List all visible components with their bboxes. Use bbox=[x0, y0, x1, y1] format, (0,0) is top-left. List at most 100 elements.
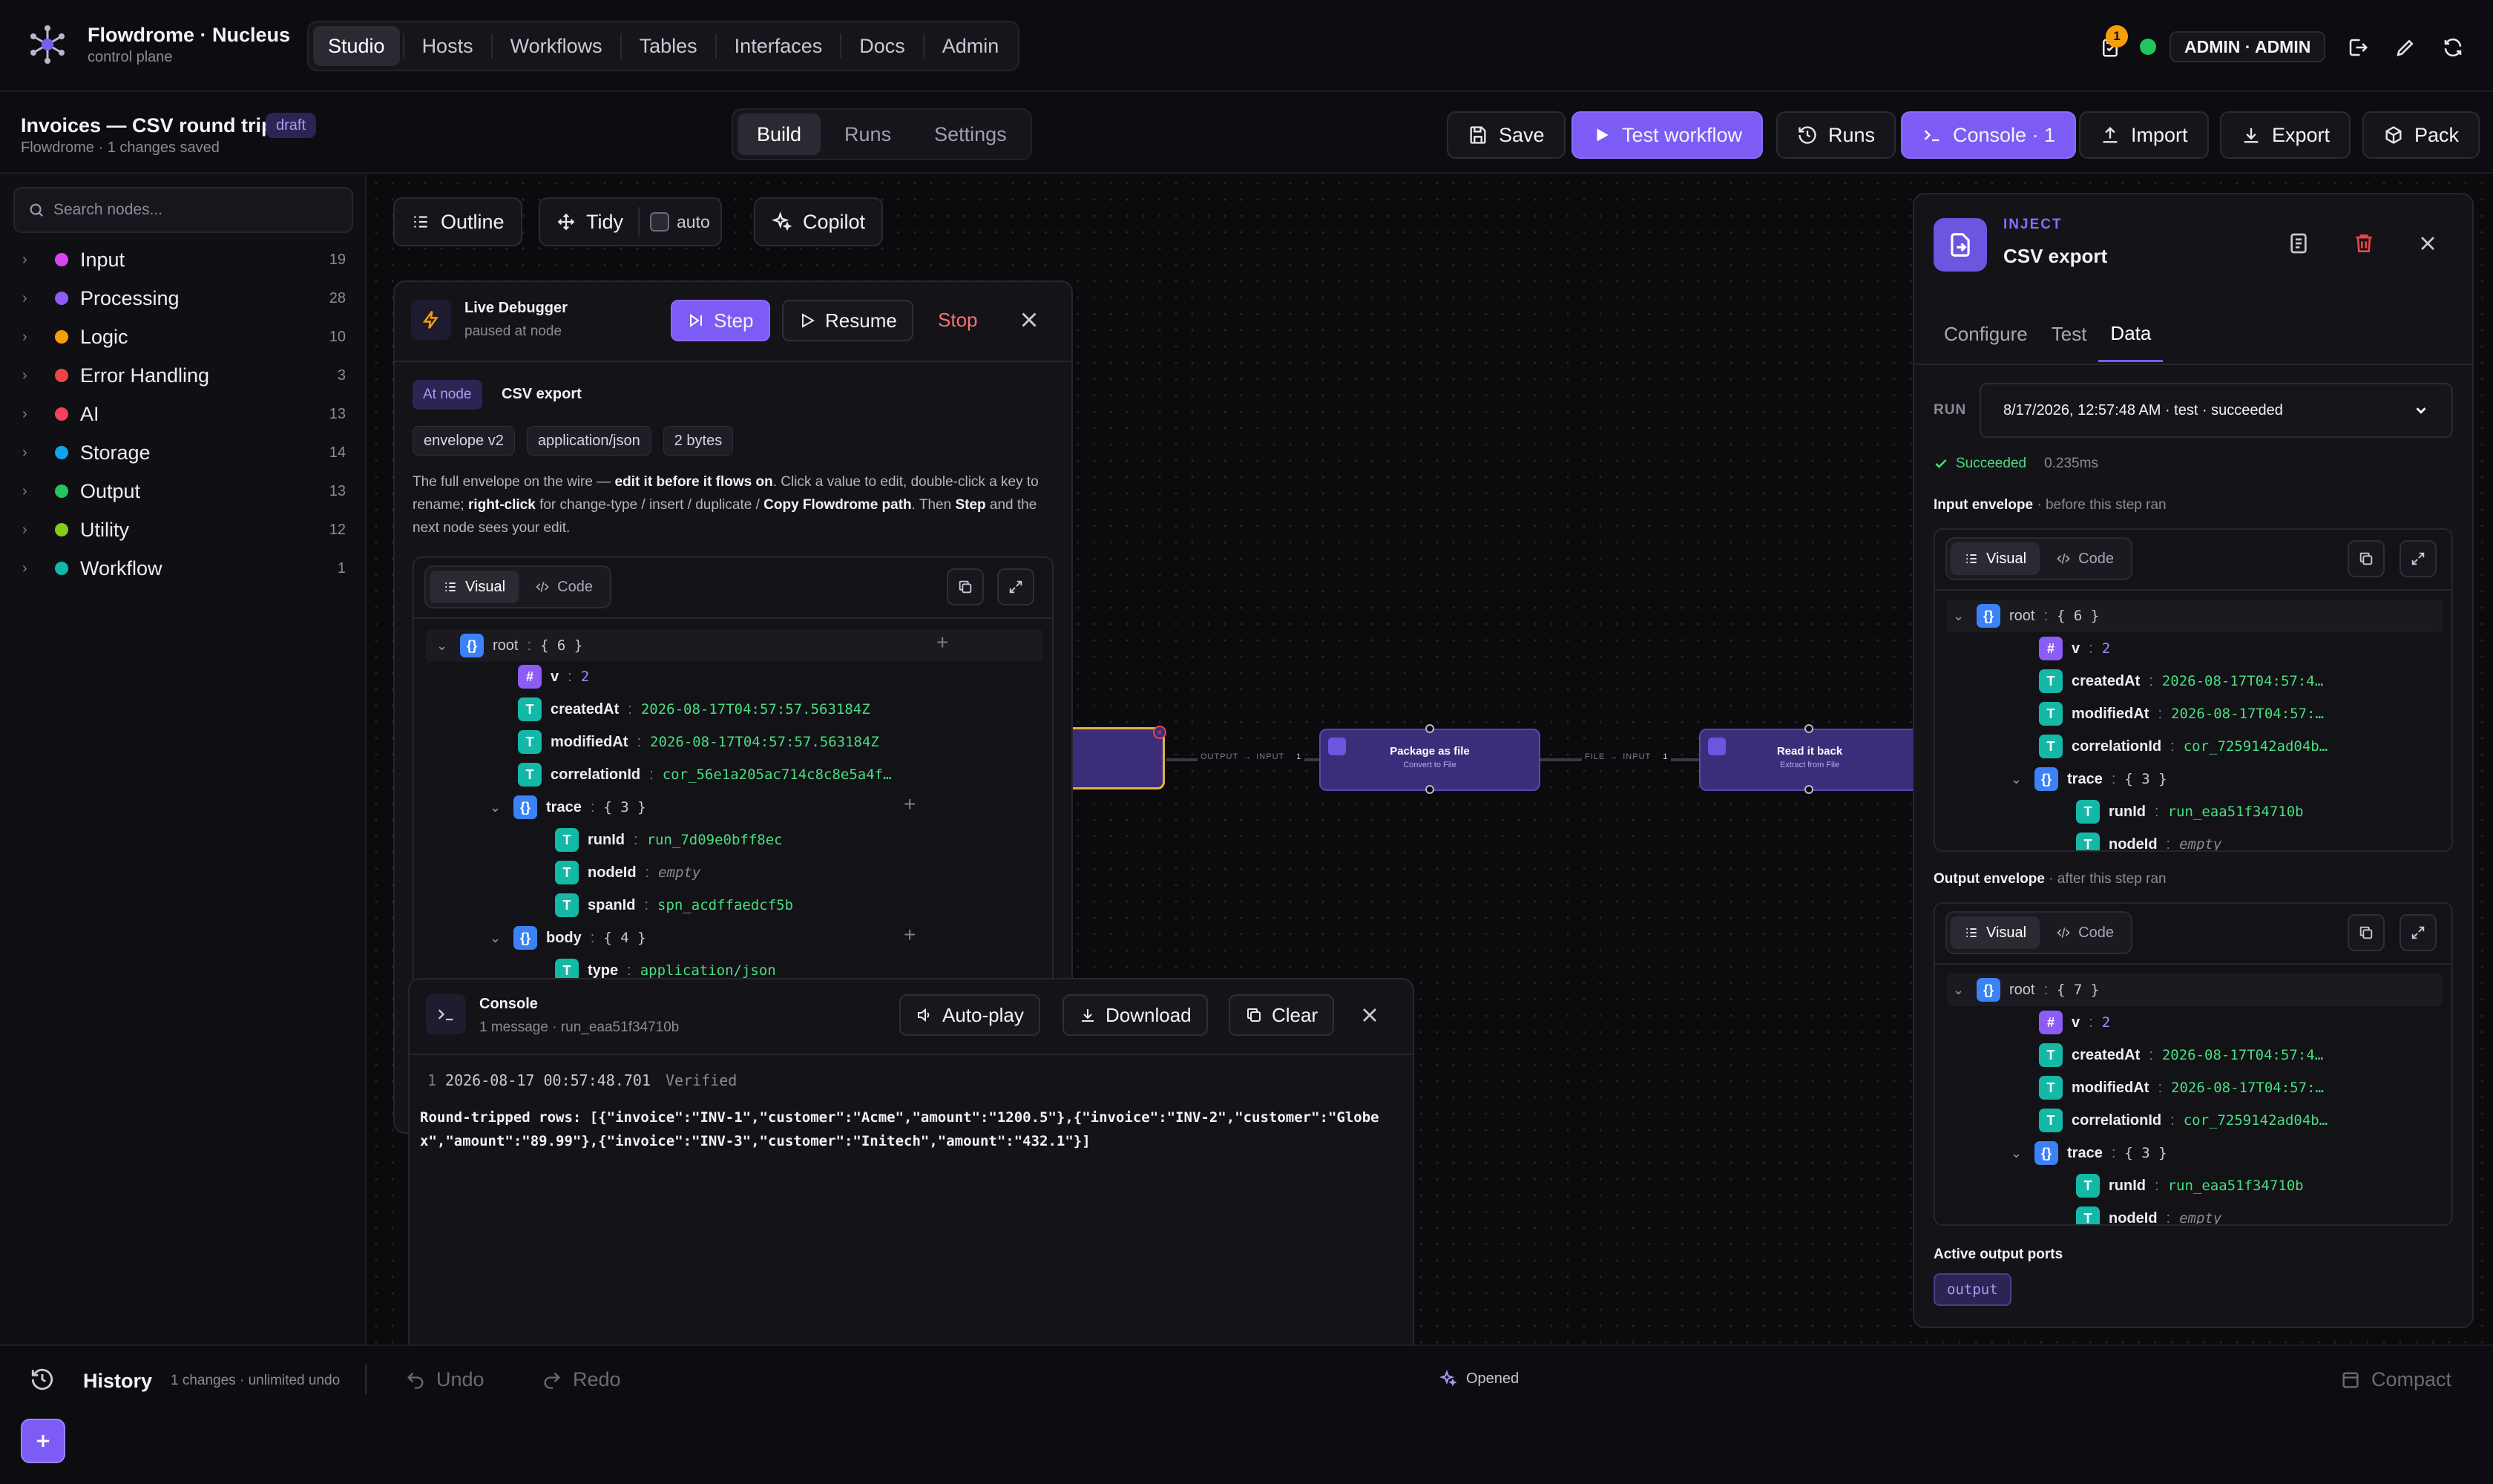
flow-node-read-back[interactable]: Read it back Extract from File bbox=[1699, 729, 1919, 791]
add-node-button[interactable] bbox=[21, 1419, 65, 1463]
tree-row-modifiedAt[interactable]: TmodifiedAt:2026-08-17T04:57:… bbox=[2039, 699, 2324, 729]
chevron-right-icon[interactable]: › bbox=[22, 252, 43, 269]
tree-row-trace[interactable]: ⌄{} trace:{ 3 } bbox=[2011, 1138, 2167, 1168]
chevron-right-icon[interactable]: › bbox=[22, 329, 43, 346]
outline-button[interactable]: Outline bbox=[393, 197, 522, 246]
code-view-tab[interactable]: Code bbox=[2043, 916, 2127, 949]
category-utility[interactable]: › Utility 12 bbox=[22, 510, 346, 549]
tab-runs[interactable]: Runs bbox=[825, 114, 910, 155]
visual-view-tab[interactable]: Visual bbox=[430, 571, 519, 603]
test-workflow-button[interactable]: Test workflow bbox=[1571, 111, 1764, 159]
refresh-icon[interactable] bbox=[2435, 30, 2471, 65]
tree-row-runId[interactable]: TrunId: run_eaa51f34710b bbox=[2076, 1171, 2304, 1201]
pencil-edit-icon[interactable] bbox=[2388, 30, 2423, 65]
docs-icon[interactable] bbox=[2287, 232, 2310, 255]
clear-button[interactable]: Clear bbox=[1229, 994, 1335, 1036]
tree-row-correlationId[interactable]: TcorrelationId: cor_7259142ad04b… bbox=[2039, 1106, 2328, 1135]
expand-icon[interactable] bbox=[2400, 914, 2437, 951]
copilot-button[interactable]: Copilot bbox=[754, 197, 884, 246]
input-port[interactable] bbox=[1425, 724, 1434, 733]
output-port[interactable] bbox=[1804, 785, 1813, 794]
step-button[interactable]: Step bbox=[671, 300, 770, 341]
stop-button[interactable]: Stop bbox=[938, 309, 978, 332]
delete-trash-icon[interactable] bbox=[2352, 232, 2376, 255]
nav-tab-studio[interactable]: Studio bbox=[313, 26, 400, 66]
output-port[interactable] bbox=[1425, 785, 1434, 794]
tree-row-trace[interactable]: ⌄{} trace:{ 3 } bbox=[490, 792, 646, 822]
category-error-handling[interactable]: › Error Handling 3 bbox=[22, 356, 346, 395]
category-storage[interactable]: › Storage 14 bbox=[22, 433, 346, 472]
close-inspector-icon[interactable] bbox=[2416, 232, 2440, 255]
chevron-right-icon[interactable]: › bbox=[22, 444, 43, 462]
auto-toggle[interactable]: auto bbox=[650, 212, 710, 232]
chevron-right-icon[interactable]: › bbox=[22, 483, 43, 500]
auto-checkbox[interactable] bbox=[650, 212, 670, 232]
chevron-right-icon[interactable]: › bbox=[22, 522, 43, 539]
code-view-tab[interactable]: Code bbox=[2043, 542, 2127, 575]
add-field-icon[interactable]: + bbox=[936, 631, 948, 654]
expand-icon[interactable] bbox=[997, 568, 1034, 605]
tree-row-root[interactable]: ⌄{} root:{ 6 } bbox=[436, 631, 582, 660]
chevron-right-icon[interactable]: › bbox=[22, 367, 43, 384]
import-button[interactable]: Import bbox=[2079, 111, 2209, 159]
nav-tab-tables[interactable]: Tables bbox=[625, 26, 712, 66]
category-output[interactable]: › Output 13 bbox=[22, 472, 346, 510]
run-select[interactable]: 8/17/2026, 12:57:48 AM · test · succeede… bbox=[1980, 383, 2453, 438]
nav-tab-workflows[interactable]: Workflows bbox=[496, 26, 617, 66]
download-button[interactable]: Download bbox=[1062, 994, 1208, 1036]
tree-row-spanId[interactable]: TspanId: spn_acdffaedcf5b bbox=[555, 890, 793, 920]
log-message[interactable]: Round-tripped rows: [{"invoice":"INV-1",… bbox=[420, 1106, 1392, 1153]
undo-button[interactable]: Undo bbox=[405, 1368, 485, 1391]
category-workflow[interactable]: › Workflow 1 bbox=[22, 549, 346, 588]
node-error-x-icon[interactable]: × bbox=[1153, 726, 1166, 739]
tab-settings[interactable]: Settings bbox=[915, 114, 1026, 155]
category-input[interactable]: › Input 19 bbox=[22, 240, 346, 279]
tree-row-runId[interactable]: TrunId: run_eaa51f34710b bbox=[2076, 797, 2304, 827]
nav-tab-docs[interactable]: Docs bbox=[844, 26, 920, 66]
tree-row-createdAt[interactable]: TcreatedAt:2026-08-17T04:57:4… bbox=[2039, 1040, 2323, 1070]
autoplay-button[interactable]: Auto-play bbox=[899, 994, 1040, 1036]
tree-row-correlationId[interactable]: TcorrelationId: cor_7259142ad04b… bbox=[2039, 732, 2328, 761]
tab-test[interactable]: Test bbox=[2040, 315, 2099, 362]
chevron-right-icon[interactable]: › bbox=[22, 406, 43, 423]
tree-row-v[interactable]: # v:2 bbox=[2039, 634, 2110, 663]
visual-view-tab[interactable]: Visual bbox=[1951, 542, 2040, 575]
tree-row-root[interactable]: ⌄{} root:{ 6 } bbox=[1953, 601, 2099, 631]
tree-row-correlationId[interactable]: TcorrelationId: cor_56e1a205ac714c8c8e5a4… bbox=[518, 760, 892, 789]
tree-row-v[interactable]: # v:2 bbox=[518, 662, 589, 692]
expand-icon[interactable] bbox=[2400, 540, 2437, 577]
tree-row-modifiedAt[interactable]: TmodifiedAt:2026-08-17T04:57:57.563184Z bbox=[518, 727, 879, 757]
copy-json-icon[interactable] bbox=[2348, 540, 2385, 577]
console-button[interactable]: Console · 1 bbox=[1901, 111, 2077, 159]
redo-button[interactable]: Redo bbox=[542, 1368, 621, 1391]
chevron-right-icon[interactable]: › bbox=[22, 290, 43, 307]
nav-tab-interfaces[interactable]: Interfaces bbox=[720, 26, 838, 66]
input-port[interactable] bbox=[1804, 724, 1813, 733]
tab-configure[interactable]: Configure bbox=[1932, 315, 2040, 362]
runs-button[interactable]: Runs bbox=[1776, 111, 1896, 159]
pack-button[interactable]: Pack bbox=[2362, 111, 2480, 159]
tree-row-v[interactable]: # v:2 bbox=[2039, 1008, 2110, 1037]
tab-data[interactable]: Data bbox=[2098, 315, 2164, 362]
copy-json-icon[interactable] bbox=[947, 568, 984, 605]
logout-icon[interactable] bbox=[2340, 30, 2376, 65]
search-input[interactable] bbox=[53, 201, 335, 219]
chevron-right-icon[interactable]: › bbox=[22, 560, 43, 577]
tree-row-modifiedAt[interactable]: TmodifiedAt:2026-08-17T04:57:… bbox=[2039, 1073, 2324, 1103]
workflow-title[interactable]: Invoices — CSV round trip bbox=[21, 114, 274, 137]
nav-tab-hosts[interactable]: Hosts bbox=[407, 26, 488, 66]
output-port-chip[interactable]: output bbox=[1934, 1273, 2011, 1306]
flow-node-package[interactable]: Package as file Convert to File bbox=[1319, 729, 1540, 791]
visual-view-tab[interactable]: Visual bbox=[1951, 916, 2040, 949]
code-view-tab[interactable]: Code bbox=[522, 571, 606, 603]
close-console-icon[interactable] bbox=[1358, 1003, 1382, 1027]
node-name[interactable]: CSV export bbox=[2003, 245, 2107, 268]
category-ai[interactable]: › AI 13 bbox=[22, 395, 346, 433]
tree-row-createdAt[interactable]: TcreatedAt:2026-08-17T04:57:4… bbox=[2039, 666, 2323, 696]
resume-button[interactable]: Resume bbox=[782, 300, 913, 341]
category-logic[interactable]: › Logic 10 bbox=[22, 318, 346, 356]
tidy-button[interactable]: Tidy bbox=[556, 211, 623, 234]
category-processing[interactable]: › Processing 28 bbox=[22, 279, 346, 318]
save-button[interactable]: Save bbox=[1447, 111, 1566, 159]
tree-row-body[interactable]: ⌄{} body:{ 4 } bbox=[490, 923, 646, 953]
